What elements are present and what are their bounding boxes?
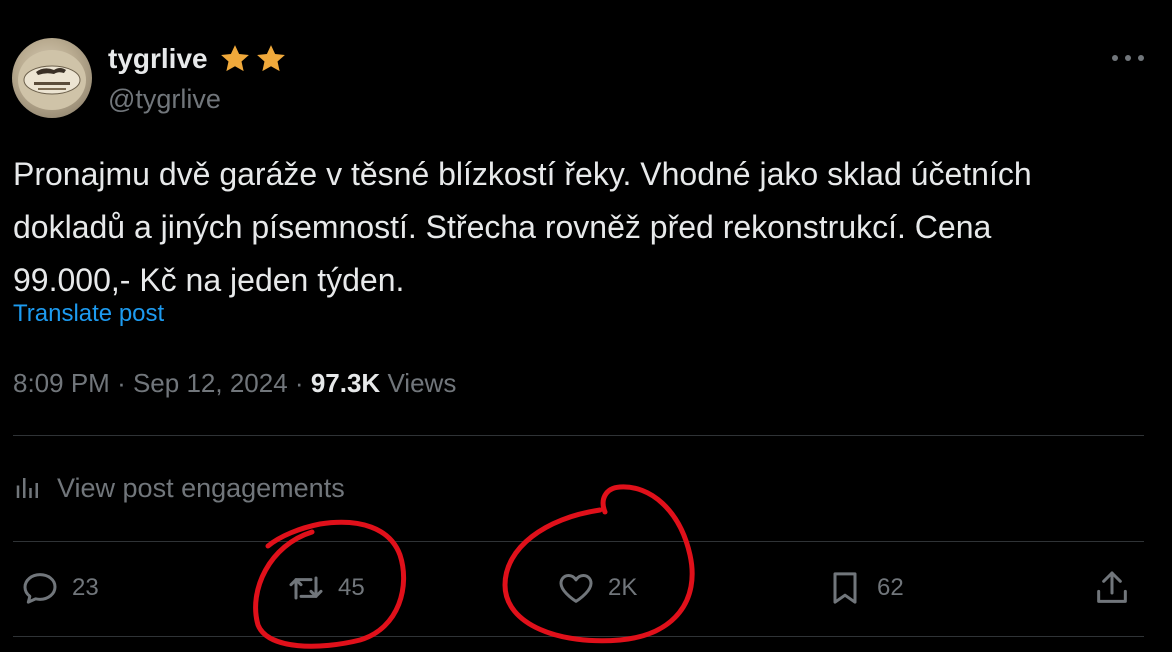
share-icon bbox=[1097, 571, 1127, 603]
star-icon bbox=[220, 45, 249, 72]
more-options-icon[interactable] bbox=[1112, 46, 1144, 70]
author-handle[interactable]: @tygrlive bbox=[108, 82, 221, 116]
post-text: Pronajmu dvě garáže v těsné blízkostí ře… bbox=[13, 148, 1153, 307]
post-detail-view: tygrlive @tygrlive Pronajmu dvě garáže v… bbox=[0, 0, 1172, 652]
bookmark-icon bbox=[833, 572, 857, 604]
post-meta: 8:09 PM · Sep 12, 2024 · 97.3K Views bbox=[13, 366, 456, 400]
meta-separator: · bbox=[117, 368, 126, 398]
divider bbox=[13, 636, 1144, 637]
bookmark-count: 62 bbox=[877, 574, 904, 601]
display-name[interactable]: tygrlive bbox=[108, 41, 208, 77]
star-icon bbox=[256, 45, 285, 72]
post-text-line: dokladů a jiných písemností. Střecha rov… bbox=[13, 209, 992, 245]
author-name-row[interactable]: tygrlive bbox=[108, 41, 288, 77]
bookmark-button[interactable]: 62 bbox=[825, 568, 904, 608]
views-count: 97.3K bbox=[310, 368, 381, 398]
view-engagements-button[interactable]: View post engagements bbox=[13, 470, 345, 506]
post-text-line: Pronajmu dvě garáže v těsné blízkostí ře… bbox=[13, 156, 1032, 192]
repost-icon bbox=[289, 576, 323, 600]
view-engagements-label[interactable]: View post engagements bbox=[57, 470, 345, 506]
reply-button[interactable]: 23 bbox=[20, 568, 99, 608]
repost-count: 45 bbox=[338, 574, 365, 601]
like-button[interactable]: 2K bbox=[556, 568, 637, 608]
annotation-circle-like bbox=[502, 484, 695, 644]
like-count: 2K bbox=[608, 574, 638, 601]
post-text-line: 99.000,- Kč na jeden týden. bbox=[13, 262, 405, 298]
badges bbox=[218, 42, 288, 76]
tiger-logo-avatar-icon bbox=[18, 50, 86, 110]
reply-icon bbox=[23, 573, 57, 604]
post-time[interactable]: 8:09 PM bbox=[13, 368, 110, 398]
divider bbox=[13, 541, 1144, 542]
divider bbox=[13, 435, 1144, 436]
post-date[interactable]: Sep 12, 2024 bbox=[133, 368, 288, 398]
views-label: Views bbox=[387, 368, 457, 398]
avatar[interactable] bbox=[12, 38, 92, 118]
reply-count: 23 bbox=[72, 574, 99, 601]
meta-separator: · bbox=[294, 368, 304, 398]
repost-button[interactable]: 45 bbox=[286, 568, 365, 608]
heart-icon bbox=[559, 574, 593, 603]
analytics-icon bbox=[16, 478, 38, 498]
translate-post-link[interactable]: Translate post bbox=[13, 298, 164, 330]
share-button[interactable] bbox=[1092, 568, 1132, 608]
